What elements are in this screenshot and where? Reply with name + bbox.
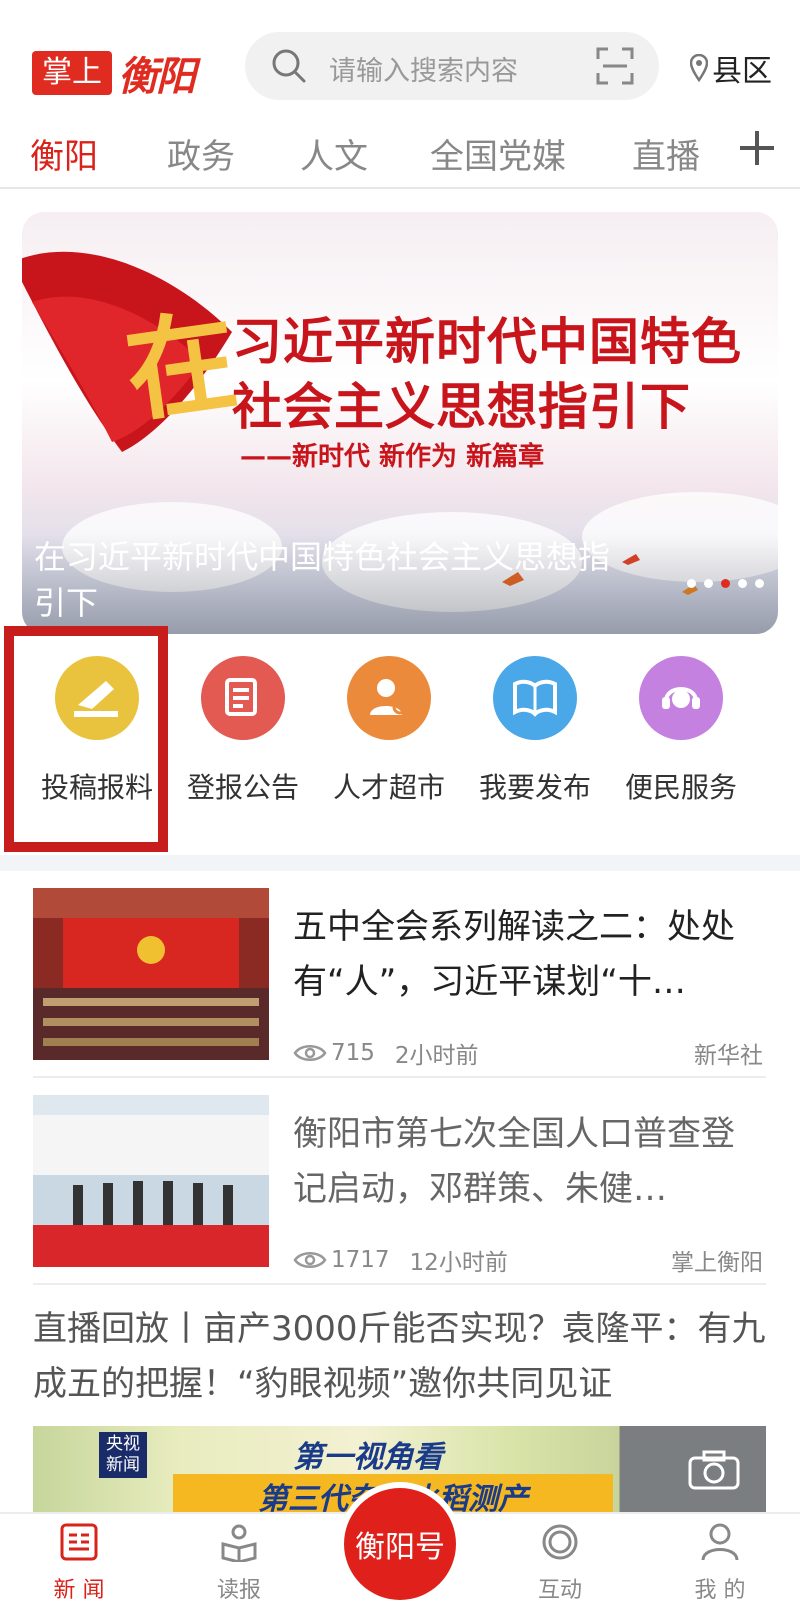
app-logo: 掌上 衡阳 [32,44,196,102]
app-screen: 掌上 衡阳 请输入搜索内容 县区 衡阳 政务 人文 全国党媒 直播 在 习近平新… [0,0,800,1620]
news-meta: 715 2小时前 新华社 [293,1036,763,1070]
quick-item-talent[interactable]: 人才超市 [314,656,464,806]
view-count: 715 [331,1040,375,1066]
quick-item-label: 人才超市 [332,771,445,804]
nav-profile[interactable]: 我 的 [665,1522,775,1604]
view-count-icon [293,1045,327,1061]
highlight-box [4,626,168,852]
news-item[interactable]: 五中全会系列解读之二：处处有“人”，习近平谋划“十… 715 2小时前 新华社 [33,888,766,1069]
video-news-title[interactable]: 直播回放丨亩产3000斤能否实现？袁隆平：有九成五的把握！“豹眼视频”邀你共同见… [33,1302,773,1412]
quick-item-announcement[interactable]: 登报公告 [168,656,318,806]
video-overlay-line1: 第一视角看 [293,1440,443,1475]
location-pin-icon [690,54,708,82]
nav-read-paper-label: 读报 [216,1578,261,1603]
nav-read-paper[interactable]: 读报 [184,1522,294,1604]
section-separator [0,855,800,871]
quick-item-service[interactable]: 便民服务 [606,656,756,806]
top-header: 掌上 衡阳 请输入搜索内容 县区 [0,0,800,130]
newspaper-icon [201,656,285,740]
quick-item-label: 我要发布 [478,771,591,804]
talent-icon [347,656,431,740]
nav-interact-label: 互动 [537,1578,582,1603]
quick-item-label: 便民服务 [624,771,737,804]
banner-art-line1: 习近平新时代中国特色 [232,312,742,371]
scan-icon[interactable] [595,46,635,86]
quick-item-publish[interactable]: 我要发布 [460,656,610,806]
profile-icon [701,1523,739,1561]
add-channel-icon[interactable] [734,125,780,171]
banner-art-char: 在 [117,294,245,438]
banner-carousel[interactable]: 在 习近平新时代中国特色 社会主义思想指引下 ——新时代 新作为 新篇章 在习近… [22,212,778,634]
news-thumbnail [33,888,269,1060]
tab-national-media[interactable]: 全国党媒 [430,129,566,178]
news-time: 2小时前 [394,1043,479,1069]
nav-interact[interactable]: 互动 [505,1522,615,1604]
tab-live[interactable]: 直播 [632,129,700,178]
nav-profile-label: 我 的 [694,1578,746,1603]
carousel-dot[interactable] [738,579,747,588]
news-title[interactable]: 五中全会系列解读之二：处处有“人”，习近平谋划“十… [293,900,763,1010]
publish-icon [493,656,577,740]
channel-tabs: 衡阳 政务 人文 全国党媒 直播 [0,125,800,189]
banner-art-line3: ——新时代 新作为 新篇章 [240,442,545,472]
view-count: 1717 [331,1247,390,1273]
news-source: 掌上衡阳 [671,1250,763,1276]
carousel-dot[interactable] [755,579,764,588]
carousel-dot[interactable] [687,579,696,588]
view-count-icon [293,1252,327,1268]
tab-culture[interactable]: 人文 [300,129,368,178]
camera-icon[interactable] [688,1450,740,1490]
news-time: 12小时前 [409,1250,508,1276]
customer-service-icon [639,656,723,740]
logo-script: 衡阳 [118,53,196,100]
news-meta: 1717 12小时前 掌上衡阳 [293,1243,763,1277]
news-divider [33,1076,766,1078]
banner-caption[interactable]: 在习近平新时代中国特色社会主义思想指引下 [34,534,634,626]
nav-news[interactable]: 新 闻 [24,1522,134,1604]
news-icon [60,1523,98,1561]
news-title[interactable]: 衡阳市第七次全国人口普查登记启动，邓群策、朱健… [293,1107,763,1217]
tab-government[interactable]: 政务 [167,129,235,178]
region-selector[interactable]: 县区 [690,46,772,90]
carousel-dot[interactable] [704,579,713,588]
cctv-news-logo: 央视新闻 [99,1432,147,1478]
logo-box: 掌上 [32,51,112,95]
search-placeholder: 请输入搜索内容 [329,56,518,87]
news-source: 新华社 [694,1043,763,1069]
carousel-dot-active[interactable] [721,579,730,588]
tab-hengyang[interactable]: 衡阳 [30,129,98,178]
region-label: 县区 [712,54,772,89]
nav-news-label: 新 闻 [53,1578,105,1603]
news-item[interactable]: 衡阳市第七次全国人口普查登记启动，邓群策、朱健… 1717 12小时前 掌上衡阳 [33,1095,766,1276]
news-divider [33,1283,766,1285]
search-bar[interactable]: 请输入搜索内容 [245,32,659,100]
banner-art-line2: 社会主义思想指引下 [232,377,691,436]
interact-icon [542,1524,578,1560]
search-icon [272,49,306,83]
hengyang-hao-button[interactable]: 衡阳号 [344,1488,456,1600]
read-paper-icon [221,1524,257,1564]
quick-item-label: 登报公告 [186,771,299,804]
news-thumbnail [33,1095,269,1267]
carousel-indicators [687,579,764,588]
